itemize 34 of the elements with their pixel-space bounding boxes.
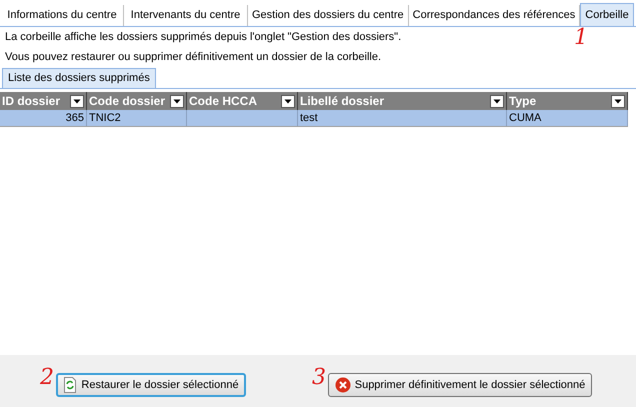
column-header[interactable]: Code dossier [87,92,187,110]
dropdown-icon[interactable] [611,94,625,108]
header-label: ID dossier [2,93,60,110]
tab[interactable]: Informations du centre [1,5,124,26]
dropdown-icon[interactable] [281,94,295,108]
annotation-number: 3 [312,367,326,389]
subtab[interactable]: Liste des dossiers supprimés [2,68,156,88]
column-header[interactable]: Code HCCA [187,92,298,110]
dropdown-icon[interactable] [490,94,504,108]
tab[interactable]: Gestion des dossiers du centre [248,5,409,26]
header-label: Type [509,93,536,110]
dropdown-icon[interactable] [70,94,84,108]
header-label: Code HCCA [189,93,257,110]
header-label: Code dossier [89,93,166,110]
column-header[interactable]: Type [507,92,628,110]
table-row[interactable]: 365 TNIC2 test CUMA [0,110,628,127]
column-header[interactable]: ID dossier [0,92,87,110]
restore-button[interactable]: Restaurer le dossier sélectionné [56,373,246,397]
header-label: Libellé dossier [300,93,384,110]
annotation-number: 1 [574,27,588,49]
description-text: La corbeille affiche les dossiers supprimés depuis l'onglet "Gestion des dossiers". [5,30,402,45]
tab[interactable]: Intervenants du centre [124,5,248,26]
column-header[interactable]: Libellé dossier [298,92,507,110]
tab[interactable]: Corbeille [580,3,634,26]
table-cell-text: 365 [66,110,84,126]
description-text: Vous pouvez restaurer ou supprimer définitivement un dossier de la corbeille. [5,50,382,64]
table-cell-text: TNIC2 [89,110,121,126]
delete-button[interactable]: Supprimer définitivement le dossier sélectionné [328,373,592,397]
dropdown-icon[interactable] [170,94,184,108]
table-cell-text: test [300,110,318,126]
close-icon [334,377,351,393]
annotation-number: 2 [40,367,54,389]
table-cell-text: CUMA [509,110,542,126]
refresh-document-icon [63,377,78,393]
